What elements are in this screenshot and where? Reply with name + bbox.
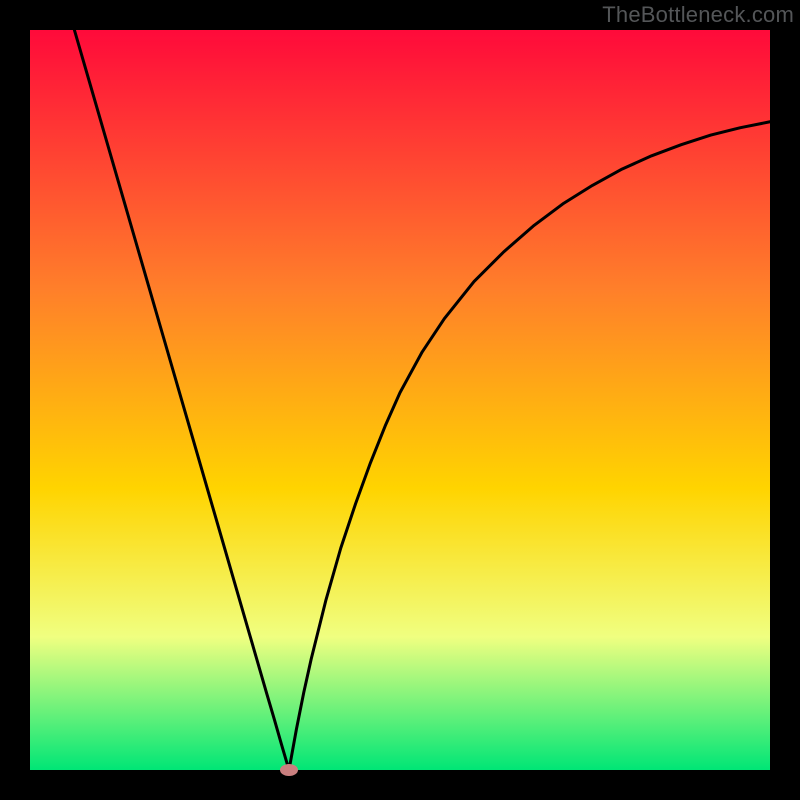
bottleneck-chart <box>0 0 800 800</box>
optimum-marker <box>280 764 298 776</box>
attribution-label: TheBottleneck.com <box>602 2 794 28</box>
chart-background <box>30 30 770 770</box>
chart-container: { "attribution": "TheBottleneck.com", "c… <box>0 0 800 800</box>
